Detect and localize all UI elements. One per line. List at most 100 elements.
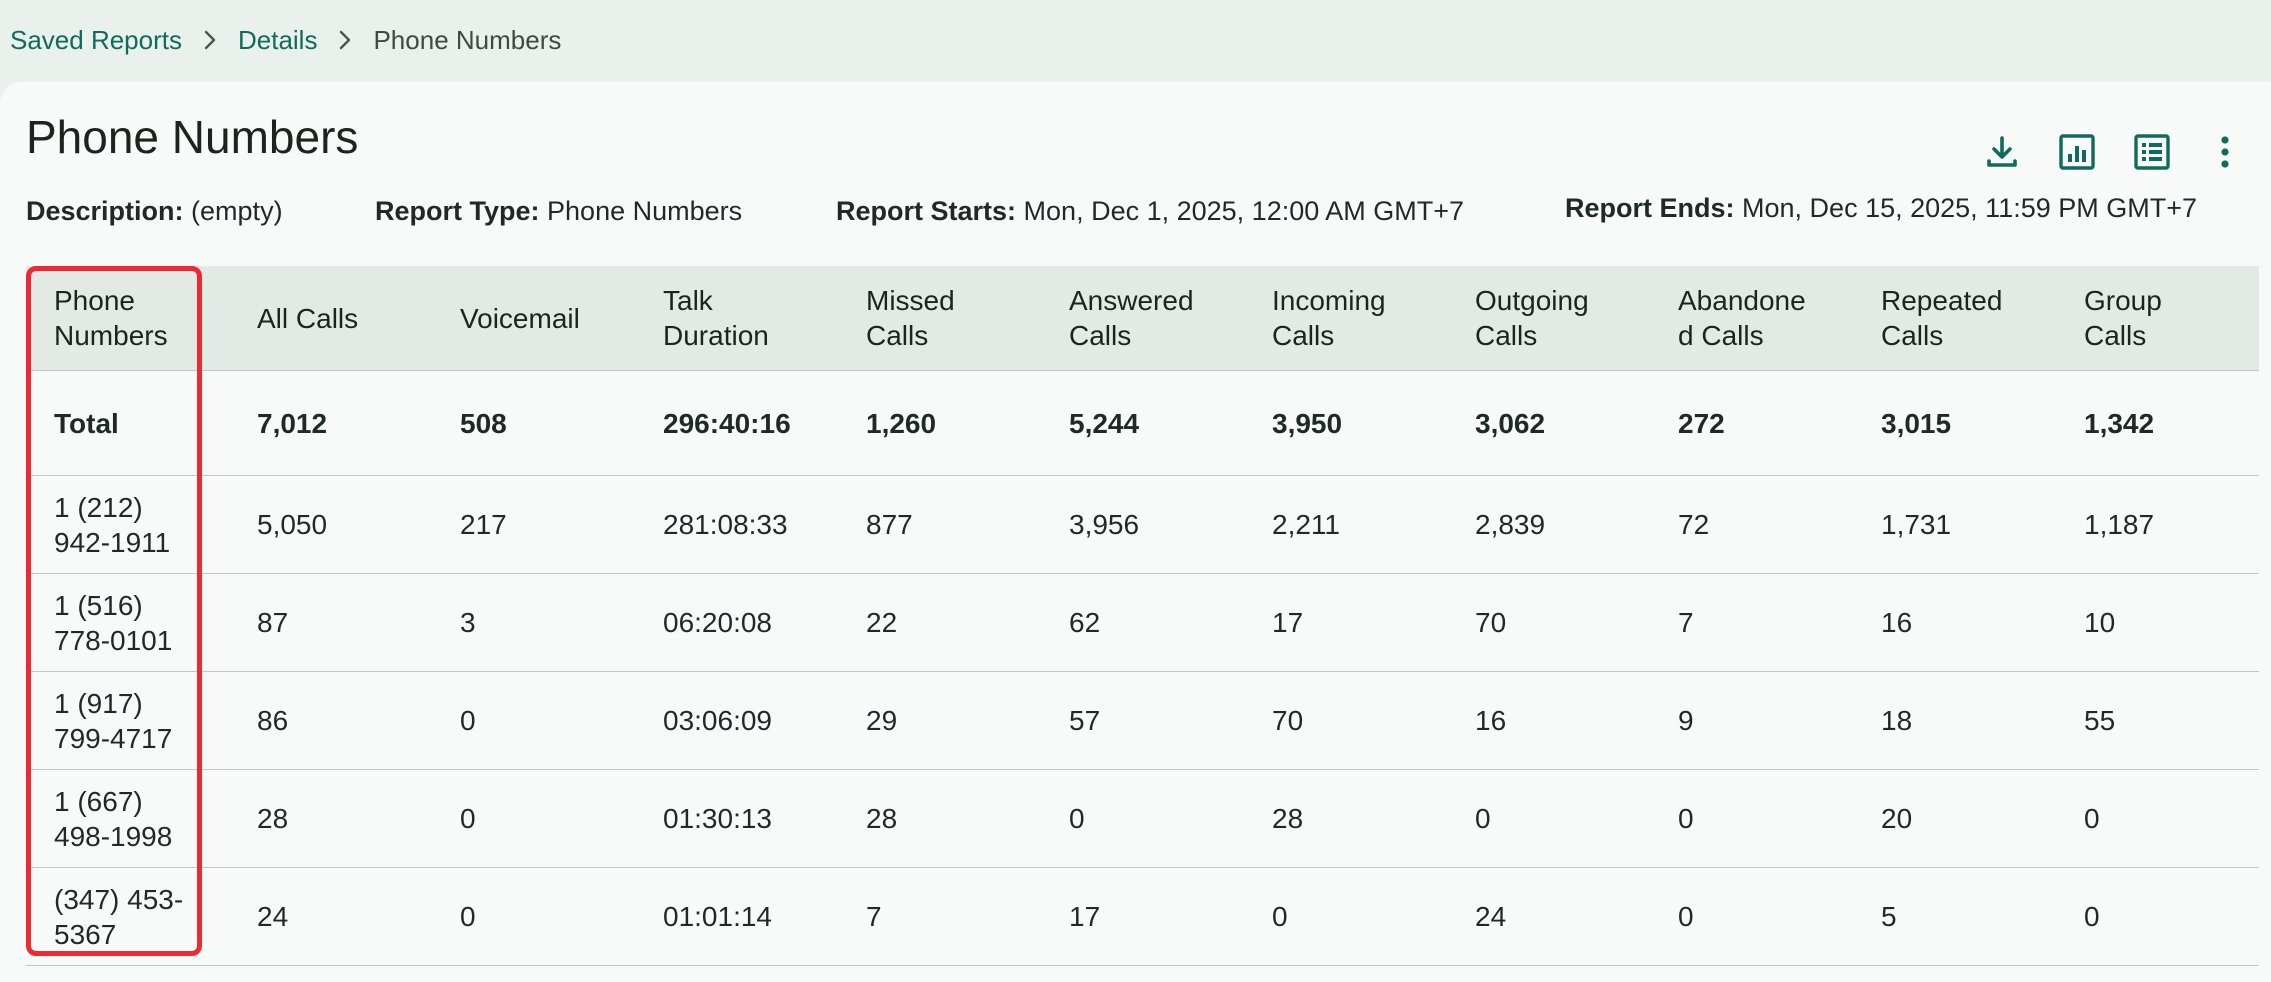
breadcrumb: Saved Reports Details Phone Numbers — [10, 22, 561, 58]
table-cell-abandoned-calls: 0 — [1650, 769, 1853, 868]
table-row[interactable]: 1 (212) 942-1911 5,050 217 281:08:33 877 3,956… — [26, 475, 2259, 574]
table-cell-talk-duration: 03:06:09 — [635, 671, 838, 770]
table-cell-talk-duration: 06:20:08 — [635, 573, 838, 672]
table-row[interactable]: 1 (516) 778-0101 87 3 06:20:08 22 62 17 70 7 16 10 — [26, 573, 2259, 672]
report-table-wrapper: Phone Numbers All Calls Voicemail Talk Durati… — [26, 266, 2259, 966]
table-cell-answered-calls: 0 — [1041, 769, 1244, 868]
column-header-voicemail[interactable]: Voicemail — [432, 266, 635, 371]
download-button[interactable] — [1974, 126, 2030, 182]
column-header-text: Missed — [866, 285, 955, 316]
column-header-text: Calls — [1272, 320, 1335, 351]
column-header-answered-calls[interactable]: Answered Calls — [1041, 266, 1244, 371]
table-row[interactable]: 1 (667) 498-1998 28 0 01:30:13 28 0 28 0 0 20 0 — [26, 769, 2259, 868]
download-icon — [1982, 132, 2022, 177]
chevron-right-icon — [317, 30, 373, 50]
table-cell-abandoned-calls: 9 — [1650, 671, 1853, 770]
column-header-text: Abandone — [1678, 285, 1806, 316]
table-cell-incoming-calls: 2,211 — [1244, 475, 1447, 574]
table-cell-repeated-calls: 5 — [1853, 867, 2056, 966]
table-cell-group-calls: 55 — [2056, 671, 2259, 770]
meta-report-type-value: Phone Numbers — [547, 196, 743, 226]
table-cell-outgoing-calls: 16 — [1447, 671, 1650, 770]
breadcrumb-saved-reports[interactable]: Saved Reports — [10, 25, 182, 56]
phone-number-cell: 1 (212) 942-1911 — [26, 475, 229, 574]
phone-number-text: 5367 — [54, 918, 117, 950]
chart-view-button[interactable] — [2049, 126, 2105, 182]
table-row[interactable]: 1 (917) 799-4717 86 0 03:06:09 29 57 70 16 9 18 55 — [26, 671, 2259, 770]
meta-description-label: Description: — [26, 196, 184, 226]
meta-report-starts: Report Starts: Mon, Dec 1, 2025, 12:00 A… — [836, 196, 1464, 227]
column-header-phone-numbers[interactable]: Phone Numbers — [26, 266, 229, 371]
table-cell-voicemail: 0 — [432, 769, 635, 868]
phone-number-cell: (347) 453- 5367 — [26, 867, 229, 966]
column-header-all-calls[interactable]: All Calls — [229, 266, 432, 371]
total-cell: 3,015 — [1853, 370, 2056, 476]
table-total-row: Total 7,012 508 296:40:16 1,260 5,244 3,950 3,0… — [26, 370, 2259, 476]
table-row[interactable]: (347) 453- 5367 24 0 01:01:14 7 17 0 24 0 5 0 — [26, 867, 2259, 966]
phone-number-cell: 1 (516) 778-0101 — [26, 573, 229, 672]
phone-number-text: 942-1911 — [54, 526, 171, 558]
column-header-text: Calls — [866, 320, 929, 351]
meta-report-ends-value: Mon, Dec 15, 2025, 11:59 PM GMT+7 — [1742, 193, 2198, 223]
report-toolbar — [1971, 126, 2271, 186]
table-cell-abandoned-calls: 0 — [1650, 867, 1853, 966]
column-header-text: Phone — [54, 285, 135, 316]
meta-report-starts-label: Report Starts: — [836, 196, 1017, 226]
column-header-text: Calls — [1069, 320, 1132, 351]
table-cell-abandoned-calls: 7 — [1650, 573, 1853, 672]
breadcrumb-current: Phone Numbers — [373, 24, 562, 55]
page-title: Phone Numbers — [26, 111, 359, 163]
table-cell-repeated-calls: 18 — [1853, 671, 2056, 770]
column-header-missed-calls[interactable]: Missed Calls — [838, 266, 1041, 371]
column-header-abandoned-calls[interactable]: Abandone d Calls — [1650, 266, 1853, 371]
column-header-text: Talk — [663, 285, 713, 316]
table-cell-incoming-calls: 70 — [1244, 671, 1447, 770]
breadcrumb-details[interactable]: Details — [238, 25, 317, 56]
table-cell-missed-calls: 28 — [838, 769, 1041, 868]
report-table: Phone Numbers All Calls Voicemail Talk Durati… — [26, 266, 2259, 966]
table-cell-voicemail: 217 — [432, 475, 635, 574]
table-cell-outgoing-calls: 0 — [1447, 769, 1650, 868]
table-cell-outgoing-calls: 2,839 — [1447, 475, 1650, 574]
phone-number-text: 1 (667) — [54, 785, 143, 817]
table-cell-voicemail: 0 — [432, 671, 635, 770]
table-cell-missed-calls: 877 — [838, 475, 1041, 574]
column-header-incoming-calls[interactable]: Incoming Calls — [1244, 266, 1447, 371]
total-cell: 1,342 — [2056, 370, 2259, 476]
table-cell-group-calls: 10 — [2056, 573, 2259, 672]
meta-description-value: (empty) — [191, 196, 283, 226]
column-header-repeated-calls[interactable]: Repeated Calls — [1853, 266, 2056, 371]
phone-number-text: 799-4717 — [54, 722, 173, 754]
total-cell: 272 — [1650, 370, 1853, 476]
column-header-text: Calls — [2084, 320, 2147, 351]
total-cell: 508 — [432, 370, 635, 476]
table-body: Total 7,012 508 296:40:16 1,260 5,244 3,950 3,0… — [26, 370, 2259, 966]
table-view-button[interactable] — [2124, 126, 2180, 182]
table-cell-talk-duration: 01:01:14 — [635, 867, 838, 966]
table-cell-all-calls: 5,050 — [229, 475, 432, 574]
table-cell-abandoned-calls: 72 — [1650, 475, 1853, 574]
phone-number-cell: 1 (667) 498-1998 — [26, 769, 229, 868]
more-options-button[interactable] — [2197, 126, 2253, 182]
table-cell-group-calls: 0 — [2056, 867, 2259, 966]
table-cell-voicemail: 3 — [432, 573, 635, 672]
column-header-text: Voicemail — [460, 302, 580, 334]
table-cell-all-calls: 24 — [229, 867, 432, 966]
table-cell-incoming-calls: 17 — [1244, 573, 1447, 672]
table-cell-answered-calls: 17 — [1041, 867, 1244, 966]
phone-number-text: 778-0101 — [54, 624, 173, 656]
phone-number-text: 1 (516) — [54, 589, 143, 621]
column-header-outgoing-calls[interactable]: Outgoing Calls — [1447, 266, 1650, 371]
table-cell-all-calls: 87 — [229, 573, 432, 672]
phone-number-text: 1 (917) — [54, 687, 143, 719]
column-header-text: d Calls — [1678, 320, 1764, 351]
table-cell-repeated-calls: 20 — [1853, 769, 2056, 868]
table-cell-outgoing-calls: 24 — [1447, 867, 1650, 966]
table-cell-incoming-calls: 28 — [1244, 769, 1447, 868]
bar-chart-icon — [2057, 132, 2097, 177]
meta-description: Description: (empty) — [26, 196, 283, 227]
column-header-group-calls[interactable]: Group Calls — [2056, 266, 2259, 371]
column-header-talk-duration[interactable]: Talk Duration — [635, 266, 838, 371]
phone-number-text: 1 (212) — [54, 491, 143, 523]
table-cell-missed-calls: 29 — [838, 671, 1041, 770]
